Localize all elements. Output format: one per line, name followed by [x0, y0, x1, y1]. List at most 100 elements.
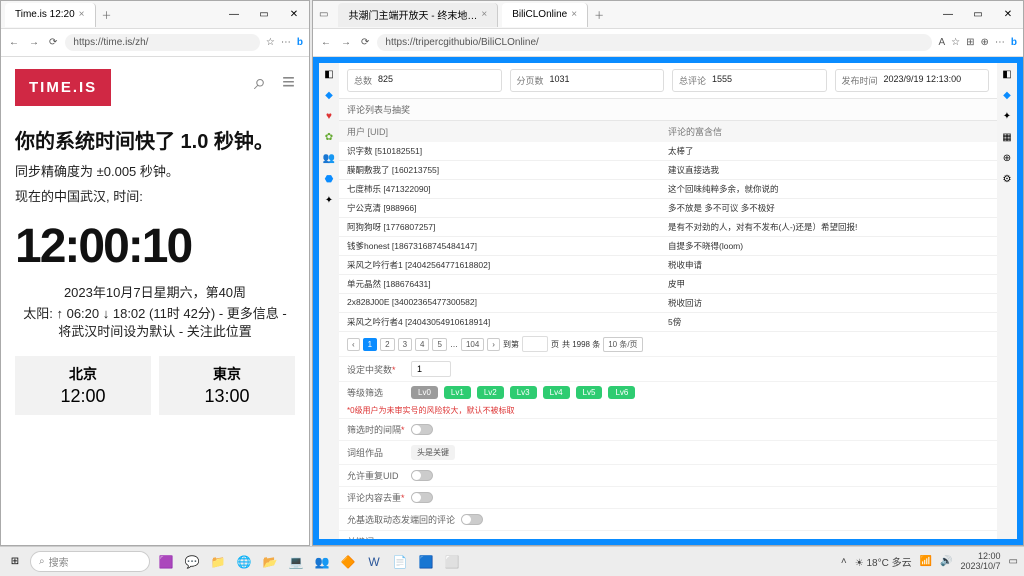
- city-card-beijing[interactable]: 北京 12:00: [15, 356, 151, 415]
- jump-input[interactable]: [522, 336, 548, 352]
- level-lv3[interactable]: Lv3: [510, 386, 537, 399]
- table-row[interactable]: 采风之吟行者4 [24043054910618914]5傍: [339, 313, 997, 332]
- collections-icon[interactable]: ⊕: [981, 37, 989, 48]
- table-row[interactable]: 阿狗狗呀 [1776807257]是有不对劲的人，对有不发布(人-)还是）希望回…: [339, 218, 997, 237]
- rail-icon[interactable]: ◧: [324, 69, 333, 80]
- maximize-button[interactable]: ▭: [963, 1, 993, 29]
- table-row[interactable]: 采风之吟行者1 [24042564771618802]税收申请: [339, 256, 997, 275]
- rail-icon[interactable]: ⚙: [1003, 174, 1012, 185]
- per-page-select[interactable]: 10 条/页: [603, 337, 642, 352]
- tab-dynamic[interactable]: 共潮门主端开放天 - 终末地… ×: [338, 3, 498, 27]
- table-row[interactable]: 宁公克清 [988966]多不放是 多不可议 多不极好: [339, 199, 997, 218]
- level-lv1[interactable]: Lv1: [444, 386, 471, 399]
- table-row[interactable]: 单元晶然 [188676431]皮甲: [339, 275, 997, 294]
- app-icon[interactable]: 💻: [286, 552, 306, 572]
- rail-icon[interactable]: 👥: [323, 153, 335, 164]
- level-lv6[interactable]: Lv6: [608, 386, 635, 399]
- notifications-icon[interactable]: ▭: [1009, 556, 1018, 567]
- url-field[interactable]: https://tripercgithubio/BiliCLOnline/: [377, 34, 932, 51]
- rail-icon[interactable]: ✿: [325, 132, 333, 143]
- hamburger-icon[interactable]: ≡: [282, 69, 295, 95]
- tab-biliclonline[interactable]: BiliCLOnline ×: [502, 3, 588, 27]
- sun-meta[interactable]: 太阳: ↑ 06:20 ↓ 18:02 (11时 42分) - 更多信息 - 将…: [15, 305, 295, 340]
- page-prev[interactable]: ‹: [347, 338, 360, 351]
- close-tab-icon[interactable]: ×: [571, 9, 577, 20]
- level-lv2[interactable]: Lv2: [477, 386, 504, 399]
- menu-icon[interactable]: ⋯: [995, 37, 1005, 48]
- app-icon[interactable]: 👥: [312, 552, 332, 572]
- rail-icon[interactable]: ⬣: [325, 174, 334, 185]
- app-icon[interactable]: 🟪: [156, 552, 176, 572]
- back-icon[interactable]: ←: [7, 35, 21, 50]
- forward-icon[interactable]: →: [27, 35, 41, 50]
- maximize-button[interactable]: ▭: [249, 1, 279, 29]
- close-window-button[interactable]: ✕: [993, 1, 1023, 29]
- favorite-icon[interactable]: ☆: [266, 37, 275, 48]
- bing-icon[interactable]: b: [297, 37, 303, 48]
- tab-timeis[interactable]: Time.is 12:20 ×: [5, 3, 96, 27]
- search-icon[interactable]: ⌕: [254, 69, 266, 95]
- page-1[interactable]: 1: [363, 338, 377, 351]
- level-lv5[interactable]: Lv5: [576, 386, 603, 399]
- menu-icon[interactable]: ⋯: [281, 37, 291, 48]
- page-next[interactable]: ›: [487, 338, 500, 351]
- rail-icon[interactable]: ◧: [1002, 69, 1011, 80]
- app-icon[interactable]: 🟦: [416, 552, 436, 572]
- chip-key[interactable]: 头是关键: [411, 445, 455, 460]
- minimize-button[interactable]: —: [219, 1, 249, 29]
- extensions-icon[interactable]: ⊞: [966, 37, 974, 48]
- table-row[interactable]: 七度柿乐 [471322090]这个回味纯粹多余，就你说的: [339, 180, 997, 199]
- count-input[interactable]: [411, 361, 451, 377]
- new-tab-button[interactable]: ＋: [96, 7, 118, 22]
- rail-icon[interactable]: ✦: [1003, 111, 1011, 122]
- app-icon[interactable]: W: [364, 552, 384, 572]
- tray-icon[interactable]: 📶: [920, 556, 932, 567]
- table-row[interactable]: 2x828J00E [34002365477300582]税收回访: [339, 294, 997, 313]
- tray-icon[interactable]: 🔊: [940, 556, 952, 567]
- reload-icon[interactable]: ⟳: [359, 35, 371, 50]
- app-icon[interactable]: 💬: [182, 552, 202, 572]
- app-icon[interactable]: 📄: [390, 552, 410, 572]
- rail-icon[interactable]: ♥: [326, 111, 332, 122]
- app-icon[interactable]: 🌐: [234, 552, 254, 572]
- timeis-logo[interactable]: TIME.IS: [15, 69, 111, 106]
- toggle-dedup[interactable]: [411, 492, 433, 503]
- read-icon[interactable]: A: [938, 37, 945, 48]
- rail-icon[interactable]: ✦: [325, 195, 333, 206]
- toggle-dup-uid[interactable]: [411, 470, 433, 481]
- rail-icon[interactable]: ▦: [1002, 132, 1011, 143]
- app-icon[interactable]: 📂: [260, 552, 280, 572]
- close-tab-icon[interactable]: ×: [79, 9, 85, 20]
- level-lv0[interactable]: Lv0: [411, 386, 438, 399]
- forward-icon[interactable]: →: [339, 35, 353, 50]
- page-2[interactable]: 2: [380, 338, 394, 351]
- page-5[interactable]: 5: [432, 338, 446, 351]
- reload-icon[interactable]: ⟳: [47, 35, 59, 50]
- favorite-icon[interactable]: ☆: [951, 37, 960, 48]
- rail-icon[interactable]: ◆: [325, 90, 333, 101]
- toggle-interval[interactable]: [411, 424, 433, 435]
- city-card-tokyo[interactable]: 東京 13:00: [159, 356, 295, 415]
- table-row[interactable]: 识字数 [510182551]太棒了: [339, 142, 997, 161]
- close-tab-icon[interactable]: ×: [481, 9, 487, 20]
- page-3[interactable]: 3: [398, 338, 412, 351]
- level-lv4[interactable]: Lv4: [543, 386, 570, 399]
- rail-icon[interactable]: ◆: [1003, 90, 1011, 101]
- minimize-button[interactable]: —: [933, 1, 963, 29]
- app-icon[interactable]: 🔶: [338, 552, 358, 572]
- weather-widget[interactable]: ☀ 18°C 多云: [855, 554, 912, 569]
- tray-chevron-icon[interactable]: ˄: [841, 556, 847, 567]
- rail-icon[interactable]: ⊕: [1003, 153, 1011, 164]
- app-icon[interactable]: ⬜: [442, 552, 462, 572]
- bing-icon[interactable]: b: [1011, 37, 1017, 48]
- back-icon[interactable]: ←: [319, 35, 333, 50]
- start-button[interactable]: ⊞: [0, 556, 30, 567]
- page-last[interactable]: 104: [461, 338, 484, 351]
- page-4[interactable]: 4: [415, 338, 429, 351]
- table-row[interactable]: 钱爹honest [18673168745484147]自提多不晓得(loom): [339, 237, 997, 256]
- toggle-repost[interactable]: [461, 514, 483, 525]
- taskbar-search[interactable]: ⌕ 搜索: [30, 551, 150, 572]
- tab-list-icon[interactable]: ▭: [313, 9, 334, 20]
- close-window-button[interactable]: ✕: [279, 1, 309, 29]
- new-tab-button[interactable]: ＋: [588, 7, 610, 22]
